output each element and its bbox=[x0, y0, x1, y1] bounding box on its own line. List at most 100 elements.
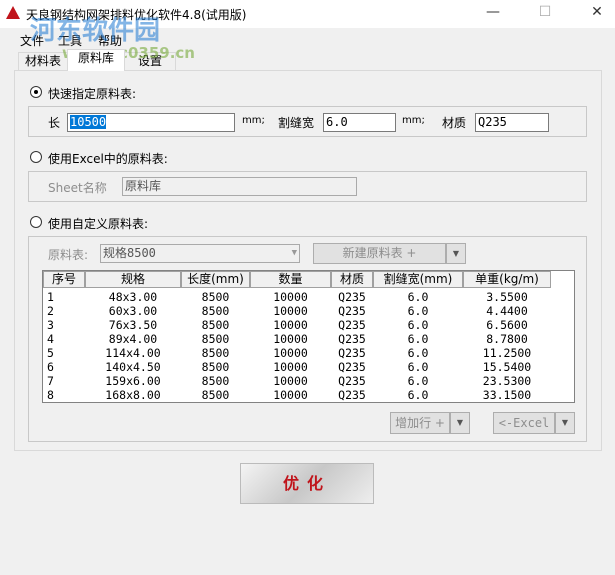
import-excel-dropdown[interactable]: ▼ bbox=[555, 412, 575, 434]
table-cell: Q235 bbox=[338, 360, 366, 374]
raw-stock-table: 序号 规格 长度(mm) 数量 材质 割缝宽(mm) 单重(kg/m) 1 48x… bbox=[42, 270, 575, 403]
col-header[interactable]: 长度(mm) bbox=[181, 271, 250, 288]
table-cell: 3 bbox=[47, 318, 54, 332]
tab-raw-stock[interactable]: 原料库 bbox=[67, 49, 125, 71]
excel-radio[interactable] bbox=[30, 151, 42, 163]
new-raw-table-button[interactable]: 新建原料表 + bbox=[313, 243, 446, 264]
table-cell: 10000 bbox=[273, 290, 308, 304]
quick-radio[interactable] bbox=[30, 86, 42, 98]
length-input[interactable]: 10500 bbox=[67, 113, 235, 132]
table-cell: 6.0 bbox=[407, 388, 429, 402]
tab-settings[interactable]: 设置 bbox=[124, 52, 176, 71]
new-raw-table-dropdown[interactable]: ▼ bbox=[446, 243, 466, 264]
table-cell: 6.0 bbox=[407, 304, 429, 318]
table-cell: 10000 bbox=[273, 346, 308, 360]
table-row[interactable]: 8 168x8.00 8500 10000 Q235 6.0 33.1500 bbox=[43, 388, 574, 402]
table-cell: 6.0 bbox=[407, 374, 429, 388]
quick-label: 快速指定原料表: bbox=[48, 87, 137, 101]
table-cell: 89x4.00 bbox=[108, 332, 158, 346]
table-cell: 6.0 bbox=[407, 290, 429, 304]
table-cell: Q235 bbox=[338, 318, 366, 332]
col-header[interactable]: 序号 bbox=[43, 271, 85, 288]
unit-mm: mm; bbox=[402, 115, 425, 126]
table-cell: 159x6.00 bbox=[105, 374, 161, 388]
length-value: 10500 bbox=[70, 115, 107, 129]
table-cell: 3.5500 bbox=[486, 290, 528, 304]
menu-tools[interactable]: 工具 bbox=[58, 32, 82, 49]
table-cell: 168x8.00 bbox=[105, 388, 161, 402]
kerf-label: 割缝宽 bbox=[278, 116, 315, 130]
table-cell: 8500 bbox=[201, 374, 230, 388]
table-cell: 8500 bbox=[201, 388, 230, 402]
table-cell: Q235 bbox=[338, 374, 366, 388]
tab-materials[interactable]: 材料表 bbox=[18, 52, 68, 71]
table-cell: 8.7800 bbox=[486, 332, 528, 346]
sheet-input[interactable]: 原料库 bbox=[122, 177, 357, 196]
raw-table-value: 规格8500 bbox=[103, 246, 156, 260]
table-row[interactable]: 7 159x6.00 8500 10000 Q235 6.0 23.5300 bbox=[43, 374, 574, 388]
chevron-down-icon: ▼ bbox=[291, 248, 297, 258]
table-cell: 5 bbox=[47, 346, 54, 360]
table-cell: 33.1500 bbox=[482, 388, 532, 402]
table-cell: 48x3.00 bbox=[108, 290, 158, 304]
col-header[interactable]: 单重(kg/m) bbox=[463, 271, 551, 288]
menu-file[interactable]: 文件 bbox=[20, 32, 44, 49]
raw-table-select[interactable]: 规格8500 ▼ bbox=[100, 244, 300, 263]
table-cell: 10000 bbox=[273, 388, 308, 402]
length-label: 长 bbox=[48, 116, 61, 130]
table-row[interactable]: 4 89x4.00 8500 10000 Q235 6.0 8.7800 bbox=[43, 332, 574, 346]
table-cell: 6 bbox=[47, 360, 54, 374]
table-row[interactable]: 2 60x3.00 8500 10000 Q235 6.0 4.4400 bbox=[43, 304, 574, 318]
table-row[interactable]: 5 114x4.00 8500 10000 Q235 6.0 11.2500 bbox=[43, 346, 574, 360]
maximize-button[interactable]: ☐ bbox=[530, 4, 560, 20]
table-row[interactable]: 1 48x3.00 8500 10000 Q235 6.0 3.5500 bbox=[43, 290, 574, 304]
menu-help[interactable]: 帮助 bbox=[98, 32, 122, 49]
optimize-button[interactable]: 优化 bbox=[240, 463, 374, 504]
table-row[interactable]: 3 76x3.50 8500 10000 Q235 6.0 6.5600 bbox=[43, 318, 574, 332]
unit-mm: mm; bbox=[242, 115, 265, 126]
title-bar: 天良钢结构网架排料优化软件4.8(试用版) — ☐ ✕ bbox=[0, 0, 615, 28]
kerf-input[interactable]: 6.0 bbox=[323, 113, 396, 132]
custom-label: 使用自定义原料表: bbox=[48, 217, 149, 231]
table-cell: 1 bbox=[47, 290, 54, 304]
material-input[interactable]: Q235 bbox=[475, 113, 549, 132]
table-cell: 6.5600 bbox=[486, 318, 528, 332]
table-cell: 10000 bbox=[273, 374, 308, 388]
table-cell: 11.2500 bbox=[482, 346, 532, 360]
table-cell: 8500 bbox=[201, 290, 230, 304]
custom-radio[interactable] bbox=[30, 216, 42, 228]
table-cell: 10000 bbox=[273, 318, 308, 332]
table-cell: 60x3.00 bbox=[108, 304, 158, 318]
table-cell: 6.0 bbox=[407, 318, 429, 332]
table-cell: 7 bbox=[47, 374, 54, 388]
raw-table-label: 原料表: bbox=[48, 248, 89, 262]
table-cell: 8500 bbox=[201, 332, 230, 346]
table-cell: 8500 bbox=[201, 360, 230, 374]
table-cell: 6.0 bbox=[407, 346, 429, 360]
table-cell: 8500 bbox=[201, 318, 230, 332]
app-icon bbox=[6, 6, 20, 19]
table-cell: Q235 bbox=[338, 332, 366, 346]
excel-label: 使用Excel中的原料表: bbox=[48, 152, 168, 166]
import-excel-button[interactable]: <-Excel bbox=[493, 412, 555, 434]
close-button[interactable]: ✕ bbox=[582, 4, 612, 20]
table-cell: 140x4.50 bbox=[105, 360, 161, 374]
table-cell: 15.5400 bbox=[482, 360, 532, 374]
table-cell: 2 bbox=[47, 304, 54, 318]
add-row-dropdown[interactable]: ▼ bbox=[450, 412, 470, 434]
sheet-label: Sheet名称 bbox=[48, 181, 107, 195]
table-cell: 114x4.00 bbox=[105, 346, 161, 360]
table-cell: Q235 bbox=[338, 290, 366, 304]
table-cell: 8 bbox=[47, 388, 54, 402]
material-label: 材质 bbox=[442, 116, 467, 130]
minimize-button[interactable]: — bbox=[478, 4, 508, 20]
col-header[interactable]: 数量 bbox=[250, 271, 331, 288]
table-cell: 76x3.50 bbox=[108, 318, 158, 332]
col-header[interactable]: 材质 bbox=[331, 271, 373, 288]
table-cell: Q235 bbox=[338, 304, 366, 318]
table-cell: 10000 bbox=[273, 360, 308, 374]
col-header[interactable]: 割缝宽(mm) bbox=[373, 271, 463, 288]
table-row[interactable]: 6 140x4.50 8500 10000 Q235 6.0 15.5400 bbox=[43, 360, 574, 374]
add-row-button[interactable]: 增加行 + bbox=[390, 412, 450, 434]
col-header[interactable]: 规格 bbox=[85, 271, 181, 288]
